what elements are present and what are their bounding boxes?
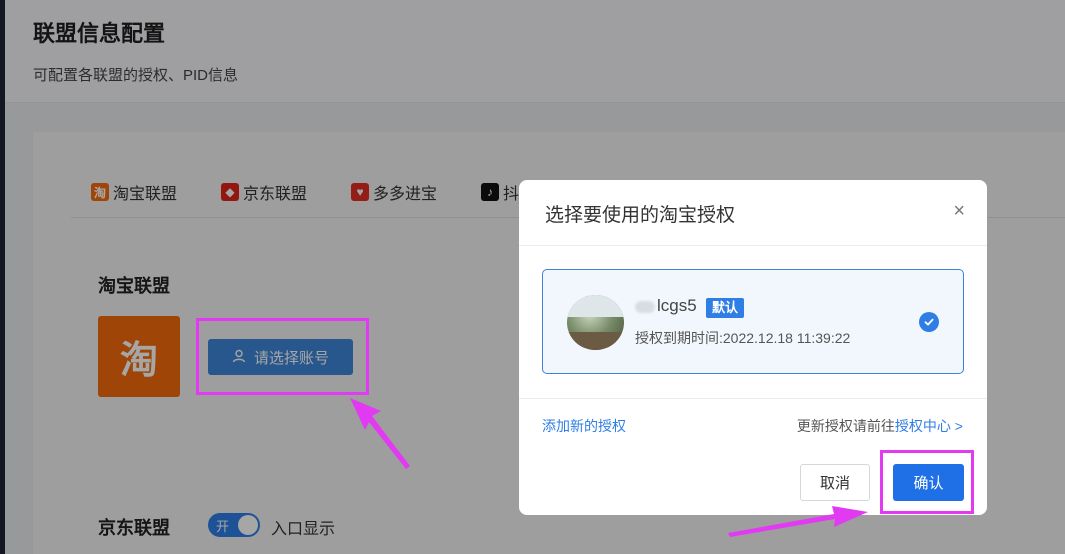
add-new-auth-link[interactable]: 添加新的授权 <box>542 416 626 436</box>
close-icon[interactable]: × <box>953 200 965 223</box>
cancel-button[interactable]: 取消 <box>800 464 870 501</box>
divider <box>519 245 987 246</box>
default-badge: 默认 <box>706 298 745 318</box>
highlight-annotation-select-account <box>196 318 369 395</box>
highlight-annotation-confirm <box>880 450 974 514</box>
auth-center-link[interactable]: 授权中心 > <box>895 418 963 434</box>
divider <box>519 398 987 399</box>
dialog-title: 选择要使用的淘宝授权 <box>545 205 736 226</box>
check-icon <box>919 312 939 332</box>
update-auth-prefix: 更新授权请前往 <box>796 418 895 434</box>
auth-expire-time: 授权到期时间:2022.12.18 11:39:22 <box>635 330 851 346</box>
update-auth-hint: 更新授权请前往授权中心 > <box>797 416 963 436</box>
account-name: lcgs5 <box>635 296 697 316</box>
avatar <box>567 295 624 350</box>
auth-account-option[interactable]: lcgs5 默认 授权到期时间:2022.12.18 11:39:22 <box>542 269 964 374</box>
